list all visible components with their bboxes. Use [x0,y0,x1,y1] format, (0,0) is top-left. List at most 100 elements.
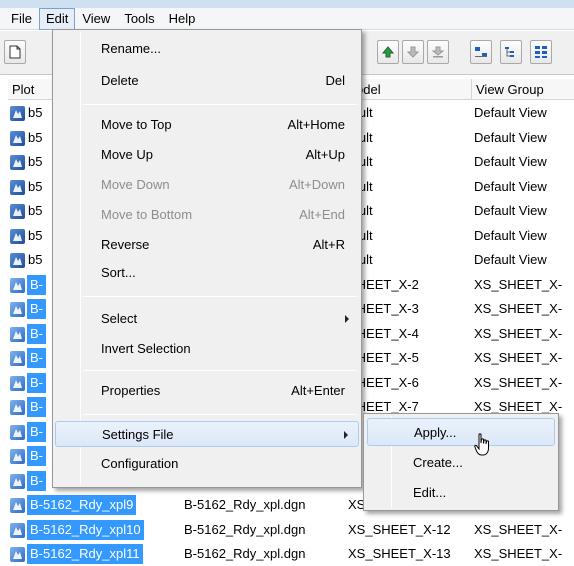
menu-item-shortcut: Alt+End [299,207,345,222]
plot-file-icon [10,252,25,268]
plot-cell: B-5162_Rdy_xpl9 [10,493,180,517]
plot-file-icon [10,473,25,489]
menu-edit[interactable]: Edit [38,7,76,30]
plot-file-icon [10,179,25,195]
model-cell: fault [348,150,468,174]
model-cell: fault [348,224,468,248]
menu-item-invert-selection[interactable]: Invert Selection [55,336,359,362]
menu-item-sort[interactable]: Sort... [55,260,359,286]
plot-name: b5 [28,179,43,194]
menu-gutter [80,32,81,485]
view-group-cell: XS_SHEET_X- [474,546,563,561]
menu-item-label: Rename... [101,41,161,56]
table-row[interactable]: B-5162_Rdy_xpl10 B-5162_Rdy_xpl.dgn XS_SHE… [8,518,574,542]
move-down-button[interactable] [402,40,424,64]
grid-view-button[interactable] [530,40,552,64]
tree-icon [505,47,514,57]
menu-tools[interactable]: Tools [117,8,161,30]
menu-item-settings-file[interactable]: Settings File [55,421,359,447]
plot-name: b5 [28,105,43,120]
submenu-item-create[interactable]: Create... [367,449,555,477]
new-file-button[interactable] [4,40,26,64]
tree-view-button[interactable] [500,40,522,64]
menu-item-shortcut: Alt+R [312,237,345,252]
move-top-button[interactable] [377,40,399,64]
menu-item-label: Sort... [101,265,136,280]
view-group-cell: XS_SHEET_X- [474,350,563,365]
plot-file-icon [10,203,25,219]
plot-name: B- [27,275,46,295]
column-view-group[interactable]: View Group [472,79,574,100]
menu-separator [83,104,357,105]
plot-file-icon [10,522,25,538]
plot-file-icon [10,546,25,562]
plot-file-icon [10,105,25,121]
menu-item-properties[interactable]: Properties Alt+Enter [55,378,359,404]
column-model[interactable]: odel [352,79,472,100]
menu-item-label: Move Down [101,177,170,192]
plot-name: B-5162_Rdy_xpl10 [27,520,144,540]
submenu-arrow-icon [345,315,349,323]
file-cell: B-5162_Rdy_xpl.dgn [184,522,306,537]
plot-file-icon [10,301,25,317]
model-cell: fault [348,199,468,223]
menu-view[interactable]: View [75,8,117,30]
menu-item-label: Move to Bottom [101,207,193,222]
plot-name: B-5162_Rdy_xpl9 [27,495,137,515]
move-bottom-button[interactable] [427,40,449,64]
plot-name: b5 [28,203,43,218]
model-cell: fault [348,248,468,272]
sort-button[interactable] [470,40,492,64]
plot-file-icon [10,228,25,244]
menu-item-reverse[interactable]: Reverse Alt+R [55,232,359,258]
file-cell: B-5162_Rdy_xpl.dgn [184,546,306,561]
menu-item-move-to-top[interactable]: Move to Top Alt+Home [55,112,359,138]
menu-help[interactable]: Help [162,8,203,30]
hand-cursor-icon [474,433,489,456]
menu-item-label: Properties [101,383,161,398]
menu-item-move-up[interactable]: Move Up Alt+Up [55,142,359,168]
arrow-down-icon [407,46,419,58]
plot-name: B- [27,348,46,368]
view-group-cell: Default View [474,179,547,194]
menu-item-shortcut: Alt+Home [287,117,345,132]
view-group-cell: XS_SHEET_X- [474,522,563,537]
menu-item-shortcut: Alt+Enter [291,383,345,398]
menu-item-shortcut: Alt+Up [305,147,345,162]
plot-file-icon [10,277,25,293]
plot-name: B- [27,422,46,442]
view-group-cell: Default View [474,252,547,267]
menu-file[interactable]: File [4,8,39,30]
view-group-cell: Default View [474,228,547,243]
menu-item-select[interactable]: Select [55,306,359,332]
model-cell: SHEET_X-3 [348,301,419,316]
plot-file-icon [10,448,25,464]
plot-name: B- [27,299,46,319]
model-cell: fault [348,126,468,150]
menu-item-configuration[interactable]: Configuration [55,451,359,477]
plot-name: B- [27,324,46,344]
menu-item-move-down[interactable]: Move Down Alt+Down [55,172,359,198]
menu-separator [83,296,357,297]
plot-file-icon [10,399,25,415]
view-group-cell: XS_SHEET_X- [474,375,563,390]
menu-item-label: Configuration [101,456,179,471]
plot-file-icon [10,350,25,366]
menu-item-move-to-bottom[interactable]: Move to Bottom Alt+End [55,202,359,228]
menu-item-label: Move to Top [101,117,172,132]
menu-separator [83,370,357,371]
plot-cell: B-5162_Rdy_xpl10 [10,518,180,542]
menu-item-delete[interactable]: Delete Del [55,68,359,94]
menu-item-shortcut: Del [325,73,345,88]
model-cell: SHEET_X-5 [348,350,419,365]
menu-item-label: Reverse [101,237,150,252]
plot-file-icon [10,497,25,513]
submenu-item-apply[interactable]: Apply... [367,418,555,446]
view-group-cell: Default View [474,105,547,120]
plot-name: B- [27,446,46,466]
table-row[interactable]: B-5162_Rdy_xpl11 B-5162_Rdy_xpl.dgn XS_SHE… [8,542,574,566]
submenu-item-edit[interactable]: Edit... [367,479,555,507]
menu-item-rename[interactable]: Rename... [55,36,359,62]
plot-name: b5 [28,154,43,169]
menu-item-shortcut: Alt+Down [289,177,345,192]
